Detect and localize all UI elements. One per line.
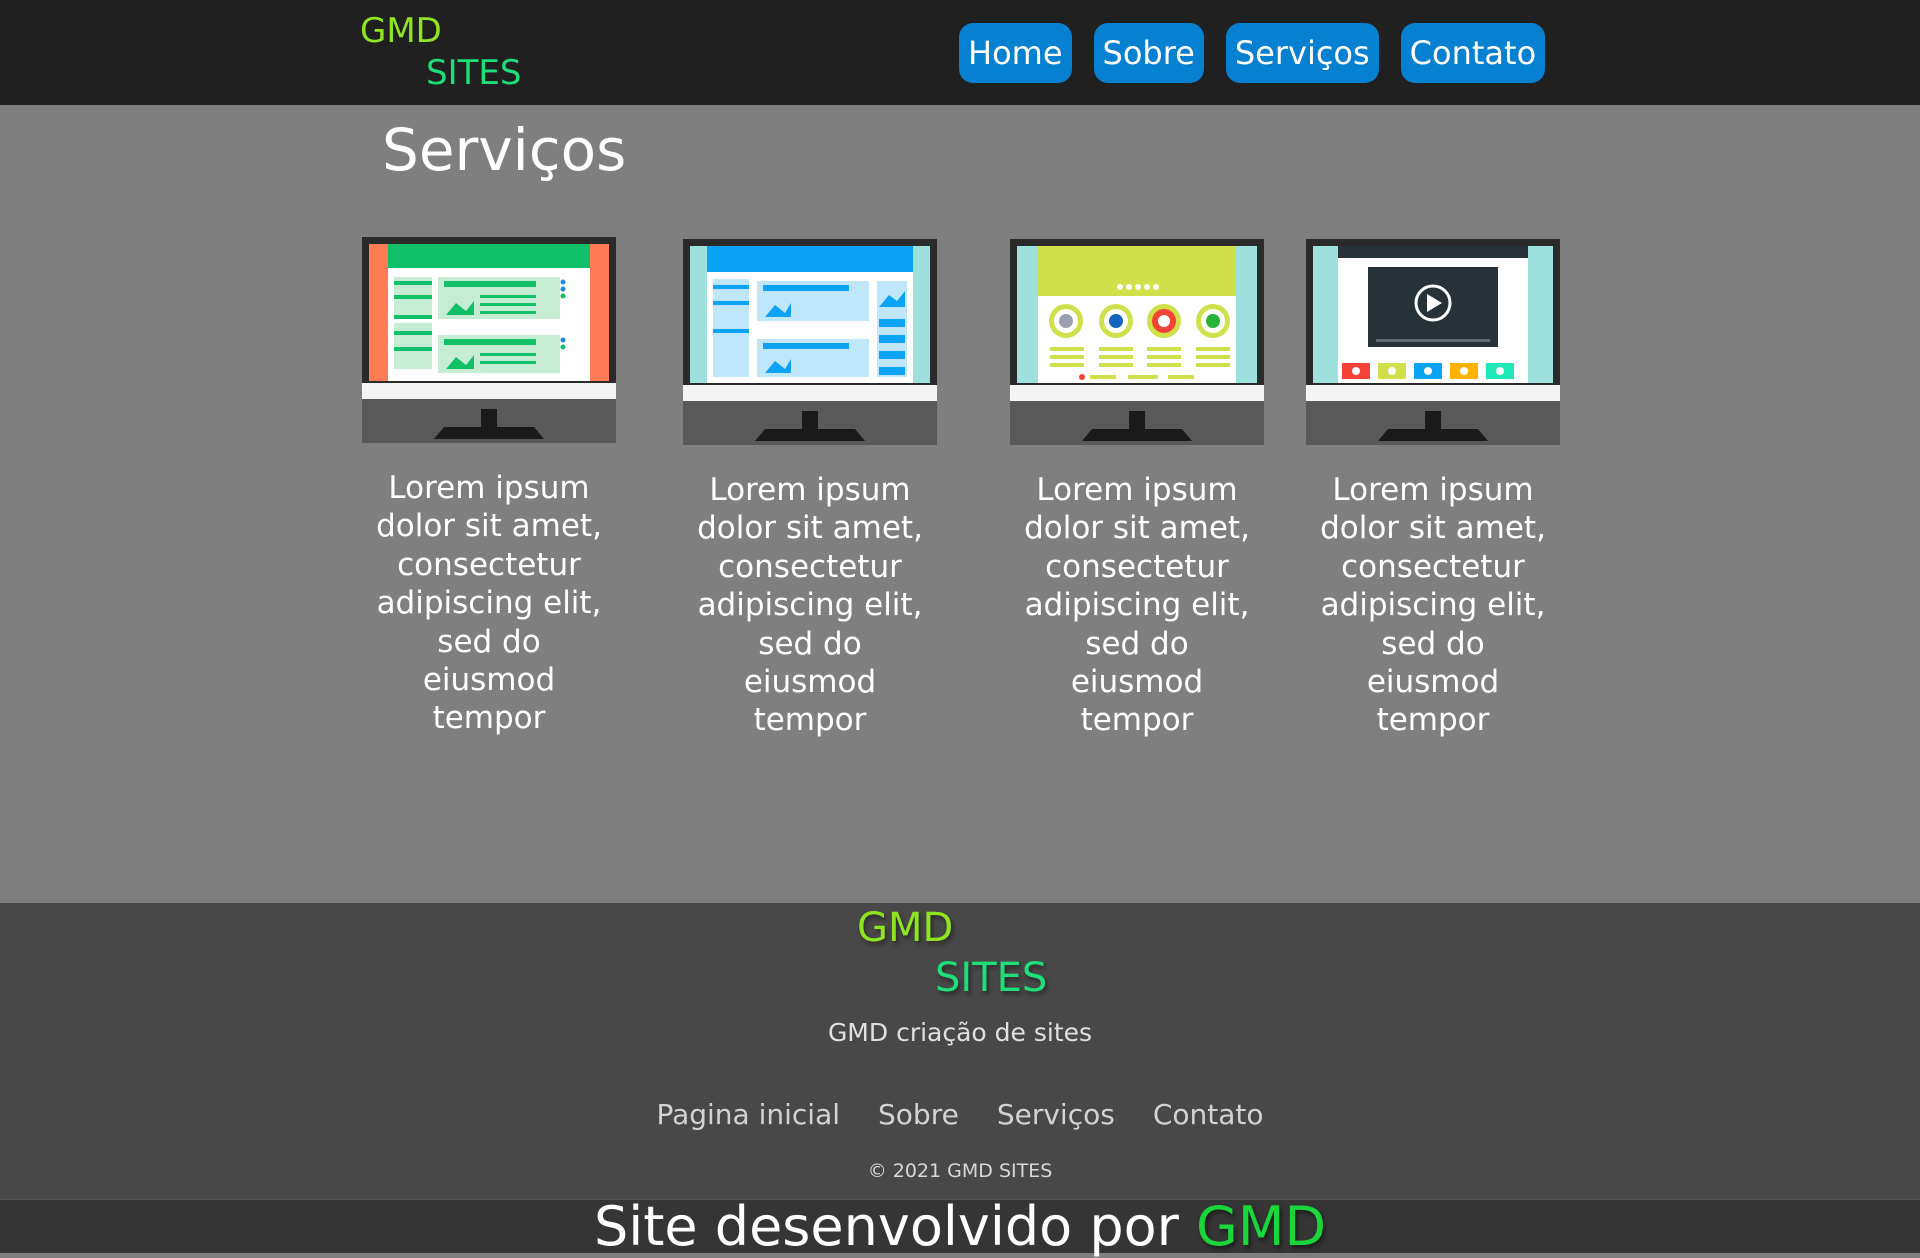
site-header: GMD SITES Home Sobre Serviços Contato xyxy=(0,0,1920,105)
footer-link-contato[interactable]: Contato xyxy=(1153,1098,1264,1131)
footer-link-servicos[interactable]: Serviços xyxy=(997,1098,1115,1131)
credit-text: Site desenvolvido por xyxy=(593,1195,1179,1258)
footer-link-home[interactable]: Pagina inicial xyxy=(656,1098,840,1131)
logo-line-gmd: GMD xyxy=(360,11,442,51)
main-nav: Home Sobre Serviços Contato xyxy=(959,23,1546,83)
logo-line-sites: SITES xyxy=(426,53,522,93)
footer-link-sobre[interactable]: Sobre xyxy=(878,1098,959,1131)
footer-logo[interactable]: GMD SITES xyxy=(857,903,1047,1003)
website-layout-monitor-icon xyxy=(362,237,616,443)
services-section: Serviços Lorem ipsum dolor sit amet, con… xyxy=(0,105,1920,903)
service-card: Lorem ipsum dolor sit amet, consectetur … xyxy=(1010,239,1264,740)
page-title: Serviços xyxy=(382,116,627,184)
developer-credit-bar: Site desenvolvido por GMD xyxy=(0,1199,1920,1254)
header-logo[interactable]: GMD SITES xyxy=(360,10,521,94)
badges-page-monitor-icon xyxy=(1010,239,1264,445)
nav-servicos-button[interactable]: Serviços xyxy=(1225,23,1379,83)
nav-contato-button[interactable]: Contato xyxy=(1400,23,1546,83)
site-footer: GMD SITES GMD criação de sites Pagina in… xyxy=(0,903,1920,1199)
footer-nav: Pagina inicial Sobre Serviços Contato xyxy=(0,1098,1920,1131)
service-card-text: Lorem ipsum dolor sit amet, consectetur … xyxy=(1320,472,1546,739)
logo-line-sites: SITES xyxy=(935,955,1048,1001)
service-card: Lorem ipsum dolor sit amet, consectetur … xyxy=(1306,239,1560,740)
credit-brand[interactable]: GMD xyxy=(1196,1195,1326,1258)
nav-sobre-button[interactable]: Sobre xyxy=(1093,23,1204,83)
logo-line-gmd: GMD xyxy=(857,905,954,951)
video-player-monitor-icon xyxy=(1306,239,1560,445)
copyright-text: © 2021 GMD SITES xyxy=(867,1160,1053,1182)
nav-home-button[interactable]: Home xyxy=(959,23,1072,83)
footer-tagline: GMD criação de sites xyxy=(827,1018,1093,1047)
service-card: Lorem ipsum dolor sit amet, consectetur … xyxy=(362,237,616,738)
service-card-text: Lorem ipsum dolor sit amet, consectetur … xyxy=(697,472,923,739)
service-card-text: Lorem ipsum dolor sit amet, consectetur … xyxy=(1024,472,1250,739)
service-card: Lorem ipsum dolor sit amet, consectetur … xyxy=(683,239,937,740)
blog-layout-monitor-icon xyxy=(683,239,937,445)
service-card-text: Lorem ipsum dolor sit amet, consectetur … xyxy=(376,470,602,737)
